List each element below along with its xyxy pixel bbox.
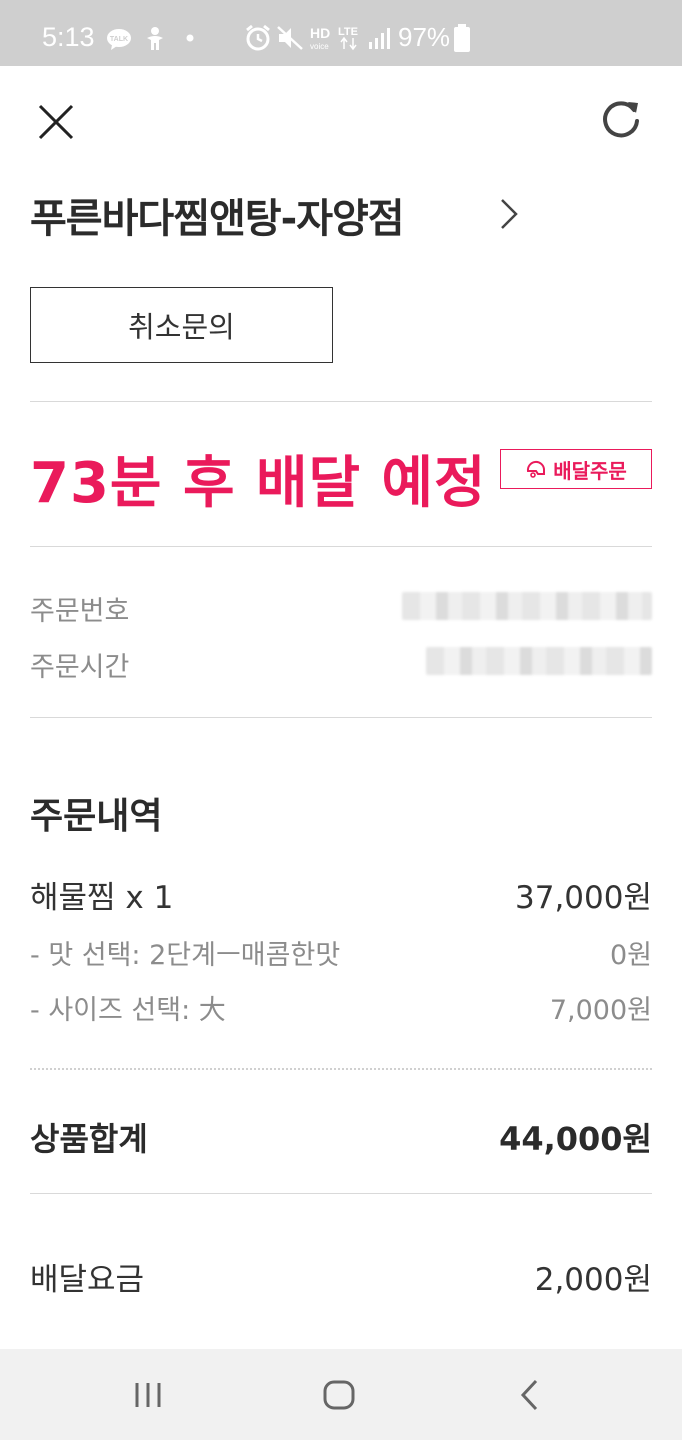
order-time-label: 주문시간 <box>30 652 130 683</box>
divider <box>30 717 652 718</box>
alarm-icon <box>246 24 270 51</box>
subtotal-value: 44,000원 <box>499 1120 652 1158</box>
delivery-order-badge: 배달주문 <box>500 449 652 489</box>
item-name: 해물찜 x 1 <box>30 880 174 916</box>
order-number-label: 주문번호 <box>30 596 130 627</box>
divider <box>30 1193 652 1194</box>
lte-label: LTE <box>338 26 358 38</box>
dot-icon <box>186 34 194 42</box>
hd-voice-icon: HD voice <box>310 25 330 51</box>
cancel-inquiry-button[interactable]: 취소문의 <box>30 287 333 363</box>
delivery-eta: 73분 후 배달 예정 <box>30 451 487 516</box>
battery-percent: 97% <box>398 22 451 52</box>
dotted-divider <box>30 1068 652 1070</box>
option-name: - 맛 선택: 2단계ㅡ매콤한맛 <box>30 940 341 971</box>
delivery-fee-label: 배달요금 <box>30 1262 145 1298</box>
delivery-order-label: 배달주문 <box>553 458 627 483</box>
order-number-value-redacted <box>402 592 652 620</box>
delivery-fee-value: 2,000원 <box>534 1262 652 1298</box>
battery-icon <box>454 24 470 52</box>
close-icon[interactable] <box>34 100 78 144</box>
hd-label: HD <box>310 25 330 41</box>
back-icon[interactable] <box>506 1371 554 1419</box>
svg-text:TALK: TALK <box>110 36 128 43</box>
talk-icon: TALK <box>107 29 131 50</box>
divider <box>30 546 652 547</box>
status-time: 5:13 <box>42 22 95 52</box>
recent-apps-icon[interactable] <box>124 1371 172 1419</box>
divider <box>30 401 652 402</box>
option-price: 7,000원 <box>549 995 652 1026</box>
lte-icon: LTE <box>338 26 358 51</box>
option-price: 0원 <box>609 940 652 971</box>
order-details-title: 주문내역 <box>30 796 163 837</box>
home-icon[interactable] <box>315 1371 363 1419</box>
signal-icon <box>369 28 390 49</box>
accessibility-icon <box>147 27 163 50</box>
refresh-icon[interactable] <box>598 96 644 142</box>
chevron-right-icon[interactable] <box>498 196 520 232</box>
subtotal-label: 상품합계 <box>30 1120 148 1158</box>
order-time-value-redacted <box>426 647 652 675</box>
store-name[interactable]: 푸른바다찜앤탕-자양점 <box>30 186 405 244</box>
navigation-bar <box>0 1349 682 1440</box>
svg-text:voice: voice <box>310 42 329 51</box>
status-bar: 5:13 TALK HD voice LTE 97% <box>0 0 682 66</box>
option-name: - 사이즈 선택: 大 <box>30 995 226 1026</box>
mute-icon <box>277 26 303 50</box>
item-price: 37,000원 <box>515 880 652 916</box>
helmet-icon <box>527 460 546 478</box>
